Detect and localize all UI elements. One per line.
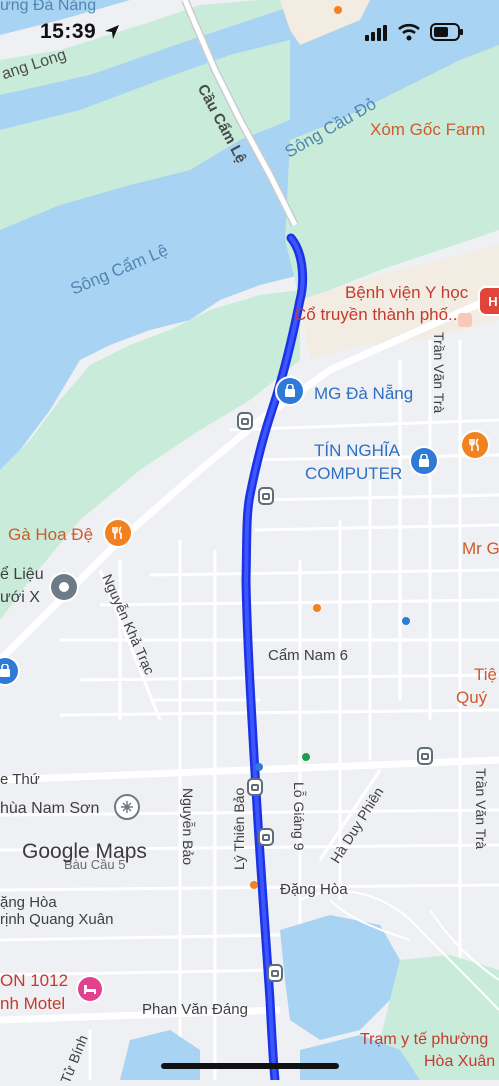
poi-dot[interactable] bbox=[302, 753, 310, 761]
label-e-lieu-2[interactable]: ưới X bbox=[0, 590, 40, 606]
cellular-signal-icon bbox=[365, 25, 387, 41]
label-tien-1[interactable]: Tiệ bbox=[474, 666, 497, 683]
label-chua-nam-son[interactable]: hùa Nam Sơn bbox=[0, 801, 99, 817]
poi-dot[interactable] bbox=[334, 6, 342, 14]
restaurant-icon[interactable] bbox=[105, 520, 131, 546]
viewpoint-icon[interactable] bbox=[51, 574, 77, 600]
home-indicator[interactable] bbox=[161, 1063, 339, 1069]
label-top-left-place: ưng Đà Nẵng bbox=[0, 0, 97, 14]
bus-stop-icon[interactable] bbox=[237, 412, 253, 430]
label-benh-vien-1[interactable]: Bệnh viện Y học bbox=[345, 284, 468, 301]
poi-dot[interactable] bbox=[255, 763, 263, 771]
poi-dot[interactable] bbox=[313, 604, 321, 612]
label-trinh-quang-xuan: rịnh Quang Xuân bbox=[0, 911, 114, 928]
label-tien-2[interactable]: Quý bbox=[456, 689, 487, 706]
label-tran-van-tra-bottom: Trần Văn Trà bbox=[473, 768, 489, 850]
label-dang-hoa-left: ặng Hòa bbox=[0, 894, 57, 911]
label-tin-nghia-2[interactable]: COMPUTER bbox=[305, 465, 402, 482]
google-maps-logo: Google Maps bbox=[22, 840, 147, 863]
label-nguyen-bao: Nguyễn Bảo bbox=[180, 788, 196, 866]
label-cam-nam-6: Cẩm Nam 6 bbox=[268, 647, 349, 664]
label-e-lieu-1[interactable]: ể Liệu bbox=[0, 567, 44, 583]
bus-stop-icon[interactable] bbox=[247, 778, 263, 796]
wifi-icon bbox=[398, 23, 420, 41]
status-time: 15:39 bbox=[40, 20, 97, 43]
label-phan-van-dang: Phan Văn Đáng bbox=[142, 1001, 248, 1018]
label-hoa-xuan[interactable]: Hòa Xuân bbox=[424, 1054, 495, 1070]
label-ga-hoa-de[interactable]: Gà Hoa Đệ bbox=[8, 526, 93, 543]
label-ly-thien-bao: Lý Thiên Bảo bbox=[231, 787, 247, 870]
shopping-bag-icon[interactable] bbox=[411, 448, 437, 474]
shopping-bag-icon[interactable] bbox=[277, 378, 303, 404]
poi-dot[interactable] bbox=[402, 617, 410, 625]
label-xom-goc-farm[interactable]: Xóm Gốc Farm bbox=[370, 121, 485, 138]
location-arrow-icon bbox=[105, 25, 119, 39]
label-tin-nghia-1[interactable]: TÍN NGHĨA bbox=[314, 442, 400, 459]
label-mr-g[interactable]: Mr G bbox=[462, 540, 499, 557]
label-on-1012-1[interactable]: ON 1012 bbox=[0, 972, 68, 989]
hospital-icon[interactable]: H bbox=[480, 288, 499, 314]
label-on-1012-2[interactable]: nh Motel bbox=[0, 995, 65, 1012]
poi-dot[interactable] bbox=[458, 313, 472, 327]
poi-dot[interactable] bbox=[250, 881, 258, 889]
label-benh-vien-2[interactable]: Cổ truyền thành phố... bbox=[294, 306, 462, 323]
label-lo-giang-9: Lỗ Giáng 9 bbox=[291, 782, 307, 851]
label-tran-van-tra-top: Trần Văn Trà bbox=[431, 332, 447, 414]
bus-stop-icon[interactable] bbox=[258, 487, 274, 505]
restaurant-icon[interactable] bbox=[462, 432, 488, 458]
label-tram-y-te[interactable]: Trạm y tế phường bbox=[360, 1032, 488, 1048]
bus-stop-icon[interactable] bbox=[267, 964, 283, 982]
label-dang-hoa-right: Đặng Hòa bbox=[280, 881, 348, 898]
bus-stop-icon[interactable] bbox=[417, 747, 433, 765]
hotel-icon[interactable] bbox=[78, 977, 102, 1001]
temple-icon[interactable] bbox=[114, 794, 140, 820]
label-mg-da-nang[interactable]: MG Đà Nẵng bbox=[314, 385, 413, 402]
battery-icon bbox=[430, 23, 463, 41]
bus-stop-icon[interactable] bbox=[258, 828, 274, 846]
label-le-thu: e Thứ bbox=[0, 771, 40, 788]
